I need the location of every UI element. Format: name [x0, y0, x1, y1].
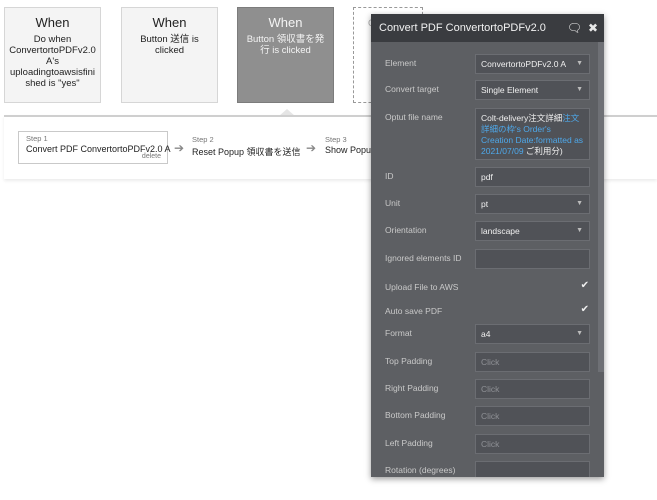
orientation-label: Orientation: [385, 225, 427, 235]
top-padding-label: Top Padding: [385, 356, 433, 366]
left-padding-label: Left Padding: [385, 438, 433, 448]
close-icon[interactable]: ✖: [588, 14, 598, 42]
format-label: Format: [385, 328, 412, 338]
output-static-text: Colt-delivery注文詳細: [481, 113, 563, 123]
left-padding-input[interactable]: Click: [475, 434, 590, 454]
event-when-label: When: [268, 15, 303, 30]
unit-value: pt: [481, 199, 489, 209]
element-value: ConvertortoPDFv2.0 A: [481, 59, 567, 69]
panel-scrollbar[interactable]: [598, 42, 604, 372]
ignored-elements-label: Ignored elements ID: [385, 253, 462, 263]
panel-title: Convert PDF ConvertortoPDFv2.0: [379, 22, 546, 34]
output-file-name-field[interactable]: Colt-delivery注文詳細注文詳細の枠's Order's Creati…: [475, 108, 590, 160]
ignored-elements-input[interactable]: [475, 249, 590, 269]
format-value: a4: [481, 329, 491, 339]
convert-target-select[interactable]: Single Element ▼: [475, 80, 590, 100]
top-padding-input[interactable]: Click: [475, 352, 590, 372]
orientation-value: landscape: [481, 226, 520, 236]
format-select[interactable]: a4 ▼: [475, 324, 590, 344]
rotation-input[interactable]: [475, 461, 590, 477]
rotation-label: Rotation (degrees): [385, 465, 456, 475]
step-3-title[interactable]: Show Popup: [325, 145, 376, 155]
auto-save-label: Auto save PDF: [385, 306, 443, 316]
bottom-padding-input[interactable]: Click: [475, 406, 590, 426]
id-label: ID: [385, 171, 394, 181]
output-file-name-label: Optut file name: [385, 112, 443, 122]
caret-down-icon: ▼: [576, 86, 583, 93]
panel-header: Convert PDF ConvertortoPDFv2.0 🗨 ✖: [371, 14, 604, 42]
action-property-panel: Convert PDF ConvertortoPDFv2.0 🗨 ✖ Eleme…: [371, 14, 604, 477]
unit-label: Unit: [385, 198, 401, 208]
event-when-label: When: [152, 15, 187, 30]
caret-down-icon: ▼: [576, 60, 583, 67]
auto-save-checkbox[interactable]: ✔: [581, 304, 589, 315]
arrow-right-icon: ➔: [306, 141, 317, 155]
caret-down-icon: ▼: [576, 330, 583, 337]
event-description: Button 送信 is clicked: [140, 34, 199, 56]
event-when-label: When: [35, 15, 70, 30]
id-input[interactable]: pdf: [475, 167, 590, 187]
step-1-label: Step 1: [26, 134, 48, 143]
comment-icon[interactable]: 🗨: [567, 14, 582, 42]
convert-target-value: Single Element: [481, 85, 539, 95]
event-description: Do when ConvertortoPDFv2.0 A's uploading…: [9, 34, 96, 89]
step-1-card[interactable]: Step 1 Convert PDF ConvertortoPDFv2.0 A …: [18, 131, 171, 164]
element-select[interactable]: ConvertortoPDFv2.0 A ▼: [475, 54, 590, 74]
upload-aws-label: Upload File to AWS: [385, 282, 459, 292]
caret-down-icon: ▼: [576, 200, 583, 207]
right-padding-label: Right Padding: [385, 383, 439, 393]
event-description: Button 領収書を発行 is clicked: [246, 34, 325, 56]
orientation-select[interactable]: landscape ▼: [475, 221, 590, 241]
event-card-receipt-button[interactable]: When Button 領収書を発行 is clicked: [237, 7, 334, 103]
step-2-title[interactable]: Reset Popup 領収書を送信: [192, 145, 301, 158]
bottom-padding-label: Bottom Padding: [385, 410, 446, 420]
step-1-delete-link[interactable]: delete: [142, 153, 161, 160]
arrow-right-icon: ➔: [174, 141, 185, 155]
right-padding-input[interactable]: Click: [475, 379, 590, 399]
step-2-label: Step 2: [192, 135, 214, 144]
event-card-send-button[interactable]: When Button 送信 is clicked: [121, 7, 218, 103]
element-label: Element: [385, 58, 417, 68]
event-card-upload-finished[interactable]: When Do when ConvertortoPDFv2.0 A's uplo…: [4, 7, 101, 103]
upload-aws-checkbox[interactable]: ✔: [581, 280, 589, 291]
output-suffix-text: ご利用分): [523, 146, 563, 156]
caret-down-icon: ▼: [576, 227, 583, 234]
convert-target-label: Convert target: [385, 84, 439, 94]
step-3-label: Step 3: [325, 135, 347, 144]
unit-select[interactable]: pt ▼: [475, 194, 590, 214]
